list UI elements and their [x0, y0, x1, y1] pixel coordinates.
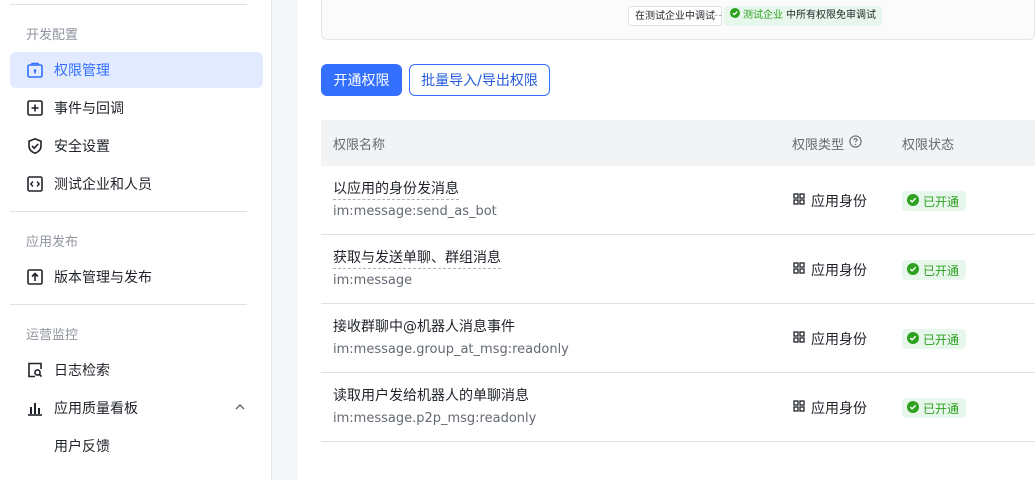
- permission-code: im:message.p2p_msg:readonly: [333, 411, 537, 426]
- sidebar-item-user-feedback[interactable]: 用户反馈: [10, 428, 263, 464]
- permission-code: im:message: [333, 273, 413, 288]
- shield-check-icon: [26, 137, 44, 155]
- sidebar: 开发配置 权限管理 事件与回调 安全设置 测试企业和人员 应用发布 版本管理与发…: [0, 0, 272, 480]
- permissions-table: 权限名称 权限类型 权限状态 以应用的身份发消息 im:message:send…: [321, 120, 1035, 442]
- sidebar-item-label: 事件与回调: [54, 101, 124, 117]
- sidebar-item-label: 应用质量看板: [54, 401, 138, 417]
- help-icon[interactable]: [849, 135, 862, 152]
- bulk-import-export-button[interactable]: 批量导入/导出权限: [409, 64, 550, 96]
- table-row[interactable]: 获取与发送单聊、群组消息 im:message 应用身份 已开通: [321, 235, 1035, 304]
- sidebar-item-label: 用户反馈: [54, 439, 110, 455]
- permission-name[interactable]: 获取与发送单聊、群组消息: [333, 249, 501, 269]
- status-label: 已开通: [923, 263, 960, 278]
- header-status: 权限状态: [902, 138, 955, 153]
- sidebar-item-permissions[interactable]: 权限管理: [10, 52, 263, 88]
- check-circle-icon: [907, 400, 919, 416]
- chevron-up-icon[interactable]: [233, 400, 247, 418]
- sidebar-item-label: 日志检索: [54, 363, 110, 379]
- sidebar-item-version-release[interactable]: 版本管理与发布: [10, 259, 263, 295]
- permission-type-label: 应用身份: [811, 401, 867, 417]
- permission-type: 应用身份: [793, 398, 867, 418]
- status-label: 已开通: [923, 401, 960, 416]
- sidebar-item-quality-dashboard[interactable]: 应用质量看板: [10, 390, 263, 426]
- permission-name[interactable]: 以应用的身份发消息: [333, 180, 459, 200]
- permission-type-label: 应用身份: [811, 263, 867, 279]
- lock-box-icon: [26, 61, 44, 79]
- divider: [10, 4, 247, 5]
- section-title-ops: 运营监控: [26, 328, 79, 343]
- sidebar-item-label: 版本管理与发布: [54, 270, 152, 286]
- status-badge: 已开通: [902, 191, 967, 211]
- section-title-release: 应用发布: [26, 235, 79, 250]
- debug-step-chip: 在测试企业中调试: [628, 6, 722, 26]
- chip-highlight: 测试企业: [743, 10, 783, 21]
- connector-line: [706, 15, 722, 16]
- sidebar-item-label: 安全设置: [54, 139, 110, 155]
- main-area: 在测试企业中调试 测试企业 中所有权限免审调试 开通权限 批量导入/导出权限 权限…: [272, 0, 1035, 480]
- check-circle-icon: [730, 6, 740, 26]
- header-type-label: 权限类型: [792, 138, 845, 153]
- grid-icon: [793, 400, 805, 416]
- upload-box-icon: [26, 268, 44, 286]
- enable-permission-button[interactable]: 开通权限: [321, 64, 402, 96]
- table-row[interactable]: 读取用户发给机器人的单聊消息 im:message.p2p_msg:readon…: [321, 373, 1035, 442]
- header-type: 权限类型: [792, 134, 862, 153]
- header-name: 权限名称: [333, 138, 386, 153]
- permission-code: im:message.group_at_msg:readonly: [333, 342, 569, 357]
- bar-chart-icon: [26, 399, 44, 417]
- plus-box-icon: [26, 99, 44, 117]
- divider: [10, 304, 247, 305]
- grid-icon: [793, 331, 805, 347]
- sidebar-item-label: 权限管理: [54, 63, 110, 79]
- sidebar-item-test-enterprise[interactable]: 测试企业和人员: [10, 166, 263, 202]
- status-label: 已开通: [923, 194, 960, 209]
- permission-type: 应用身份: [793, 329, 867, 349]
- permission-type-label: 应用身份: [811, 332, 867, 348]
- sidebar-item-events[interactable]: 事件与回调: [10, 90, 263, 126]
- sidebar-item-label: 测试企业和人员: [54, 177, 152, 193]
- permission-type-label: 应用身份: [811, 194, 867, 210]
- check-circle-icon: [907, 262, 919, 278]
- sidebar-item-log-search[interactable]: 日志检索: [10, 352, 263, 388]
- status-badge: 已开通: [902, 260, 967, 280]
- sidebar-item-security[interactable]: 安全设置: [10, 128, 263, 164]
- permission-type: 应用身份: [793, 260, 867, 280]
- status-label: 已开通: [923, 332, 960, 347]
- table-row[interactable]: 以应用的身份发消息 im:message:send_as_bot 应用身份 已开…: [321, 166, 1035, 235]
- log-search-icon: [26, 361, 44, 379]
- table-header: 权限名称 权限类型 权限状态: [321, 120, 1035, 166]
- status-badge: 已开通: [902, 329, 967, 349]
- free-review-chip: 测试企业 中所有权限免审调试: [724, 6, 882, 26]
- code-box-icon: [26, 175, 44, 193]
- permission-name[interactable]: 接收群聊中@机器人消息事件: [333, 318, 515, 337]
- check-circle-icon: [907, 331, 919, 347]
- permission-code: im:message:send_as_bot: [333, 204, 497, 219]
- grid-icon: [793, 262, 805, 278]
- check-circle-icon: [907, 193, 919, 209]
- content-panel: 在测试企业中调试 测试企业 中所有权限免审调试 开通权限 批量导入/导出权限 权限…: [298, 0, 1035, 480]
- table-row[interactable]: 接收群聊中@机器人消息事件 im:message.group_at_msg:re…: [321, 304, 1035, 373]
- divider: [10, 211, 247, 212]
- grid-icon: [793, 193, 805, 209]
- permission-name[interactable]: 读取用户发给机器人的单聊消息: [333, 387, 529, 406]
- status-badge: 已开通: [902, 398, 967, 418]
- debug-flow-card: 在测试企业中调试 测试企业 中所有权限免审调试: [321, 0, 1035, 40]
- chip-text: 中所有权限免审调试: [786, 10, 876, 21]
- section-title-dev: 开发配置: [26, 28, 79, 43]
- permission-type: 应用身份: [793, 191, 867, 211]
